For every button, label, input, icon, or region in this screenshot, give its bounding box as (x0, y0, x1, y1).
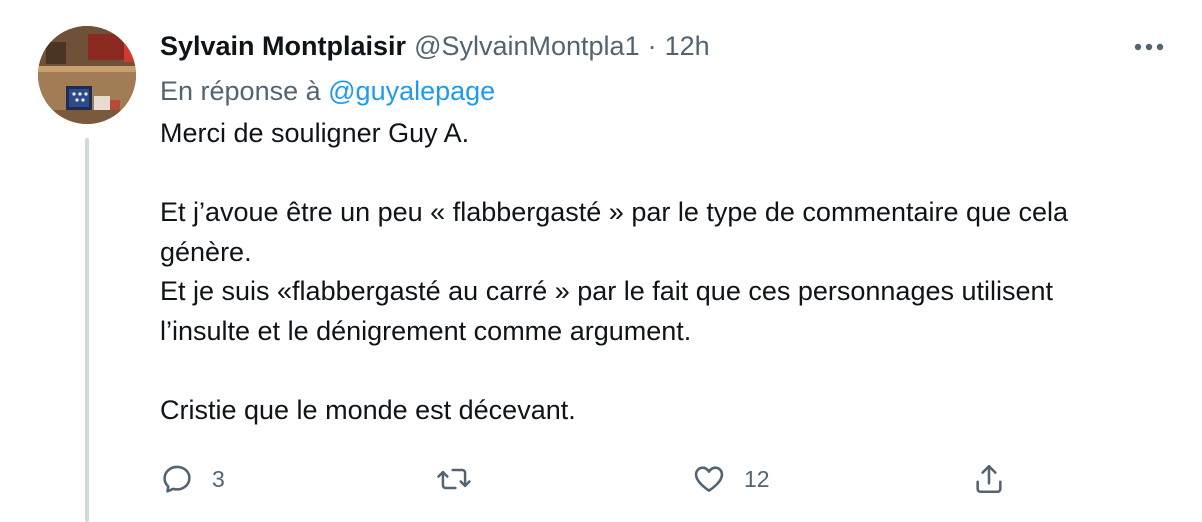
more-options-button[interactable] (1128, 32, 1170, 62)
reply-context: En réponse à @guyalepage (160, 70, 1170, 112)
avatar[interactable] (38, 26, 136, 124)
tweet-left-column (38, 26, 136, 522)
retweet-button[interactable] (436, 456, 490, 502)
tweet-timestamp[interactable]: 12h (665, 31, 710, 62)
reply-button[interactable]: 3 (160, 456, 225, 502)
reply-count: 3 (212, 465, 225, 492)
more-horizontal-icon (1134, 43, 1164, 51)
tweet-header: Sylvain Montplaisir @SylvainMontpla1 · 1… (160, 22, 1170, 70)
like-count: 12 (744, 465, 770, 492)
reply-prefix: En réponse à (160, 76, 321, 106)
share-button[interactable] (972, 456, 1006, 502)
separator-dot: · (647, 30, 657, 61)
reply-to-mention[interactable]: @guyalepage (328, 76, 495, 106)
thread-line (85, 138, 89, 522)
tweet-actions: 3 12 (160, 456, 1020, 502)
share-icon (976, 464, 1002, 494)
retweet-icon (437, 468, 471, 490)
avatar-image (38, 26, 136, 124)
heart-icon (694, 466, 724, 492)
author-handle[interactable]: @SylvainMontpla1 (414, 31, 640, 62)
author-display-name[interactable]: Sylvain Montplaisir (160, 31, 406, 62)
like-button[interactable]: 12 (692, 456, 770, 502)
tweet-text: Merci de souligner Guy A. Et j’avoue êtr… (160, 118, 1069, 425)
tweet-content: Sylvain Montplaisir @SylvainMontpla1 · 1… (160, 22, 1170, 430)
tweet[interactable]: Sylvain Montplaisir @SylvainMontpla1 · 1… (0, 0, 1202, 522)
reply-icon (163, 465, 191, 493)
